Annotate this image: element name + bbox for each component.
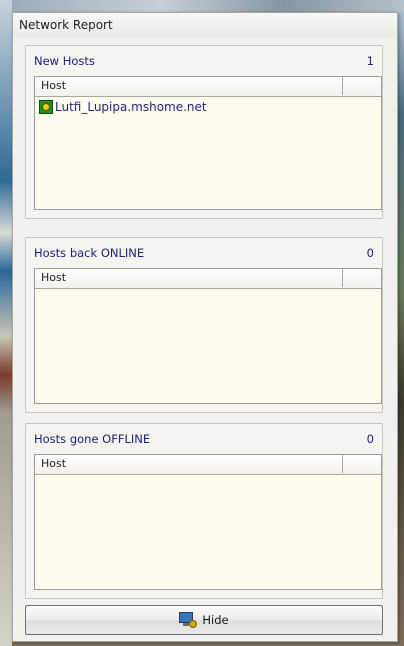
host-column-header[interactable]: Host [35, 77, 343, 95]
list-header: Host [35, 455, 381, 475]
new-hosts-title: New Hosts [34, 54, 95, 68]
list-header: Host [35, 77, 381, 97]
hosts-gone-offline-title: Hosts gone OFFLINE [34, 432, 151, 446]
hosts-gone-offline-group: Hosts gone OFFLINE 0 Host [25, 423, 383, 599]
host-icon [39, 100, 53, 114]
group-header: Hosts back ONLINE 0 [34, 246, 374, 262]
new-hosts-list[interactable]: Host Lutfi_Lupipa.mshome.net [34, 76, 382, 210]
group-header: New Hosts 1 [34, 54, 374, 70]
new-hosts-count: 1 [366, 54, 374, 68]
hosts-back-online-group: Hosts back ONLINE 0 Host [25, 237, 383, 413]
monitor-icon [179, 612, 198, 628]
hide-button-label: Hide [202, 613, 229, 627]
host-name: Lutfi_Lupipa.mshome.net [55, 100, 207, 114]
list-item[interactable]: Lutfi_Lupipa.mshome.net [35, 97, 381, 117]
window-title: Network Report [13, 13, 397, 37]
hide-button[interactable]: Hide [25, 605, 383, 635]
hosts-gone-offline-list[interactable]: Host [34, 454, 382, 590]
new-hosts-group: New Hosts 1 Host Lutfi_Lupipa.mshome.net [25, 45, 383, 219]
network-report-window: Network Report New Hosts 1 Host Lutfi_Lu… [12, 12, 398, 642]
list-header: Host [35, 269, 381, 289]
desktop-background-strip [0, 0, 12, 646]
hosts-back-online-list[interactable]: Host [34, 268, 382, 404]
group-header: Hosts gone OFFLINE 0 [34, 432, 374, 448]
hosts-back-online-title: Hosts back ONLINE [34, 246, 145, 260]
extra-column-header[interactable] [344, 269, 381, 287]
desktop-background [0, 0, 404, 12]
extra-column-header[interactable] [344, 77, 381, 95]
host-column-header[interactable]: Host [35, 455, 343, 473]
hosts-back-online-count: 0 [366, 246, 374, 260]
host-column-header[interactable]: Host [35, 269, 343, 287]
hosts-gone-offline-count: 0 [366, 432, 374, 446]
extra-column-header[interactable] [344, 455, 381, 473]
